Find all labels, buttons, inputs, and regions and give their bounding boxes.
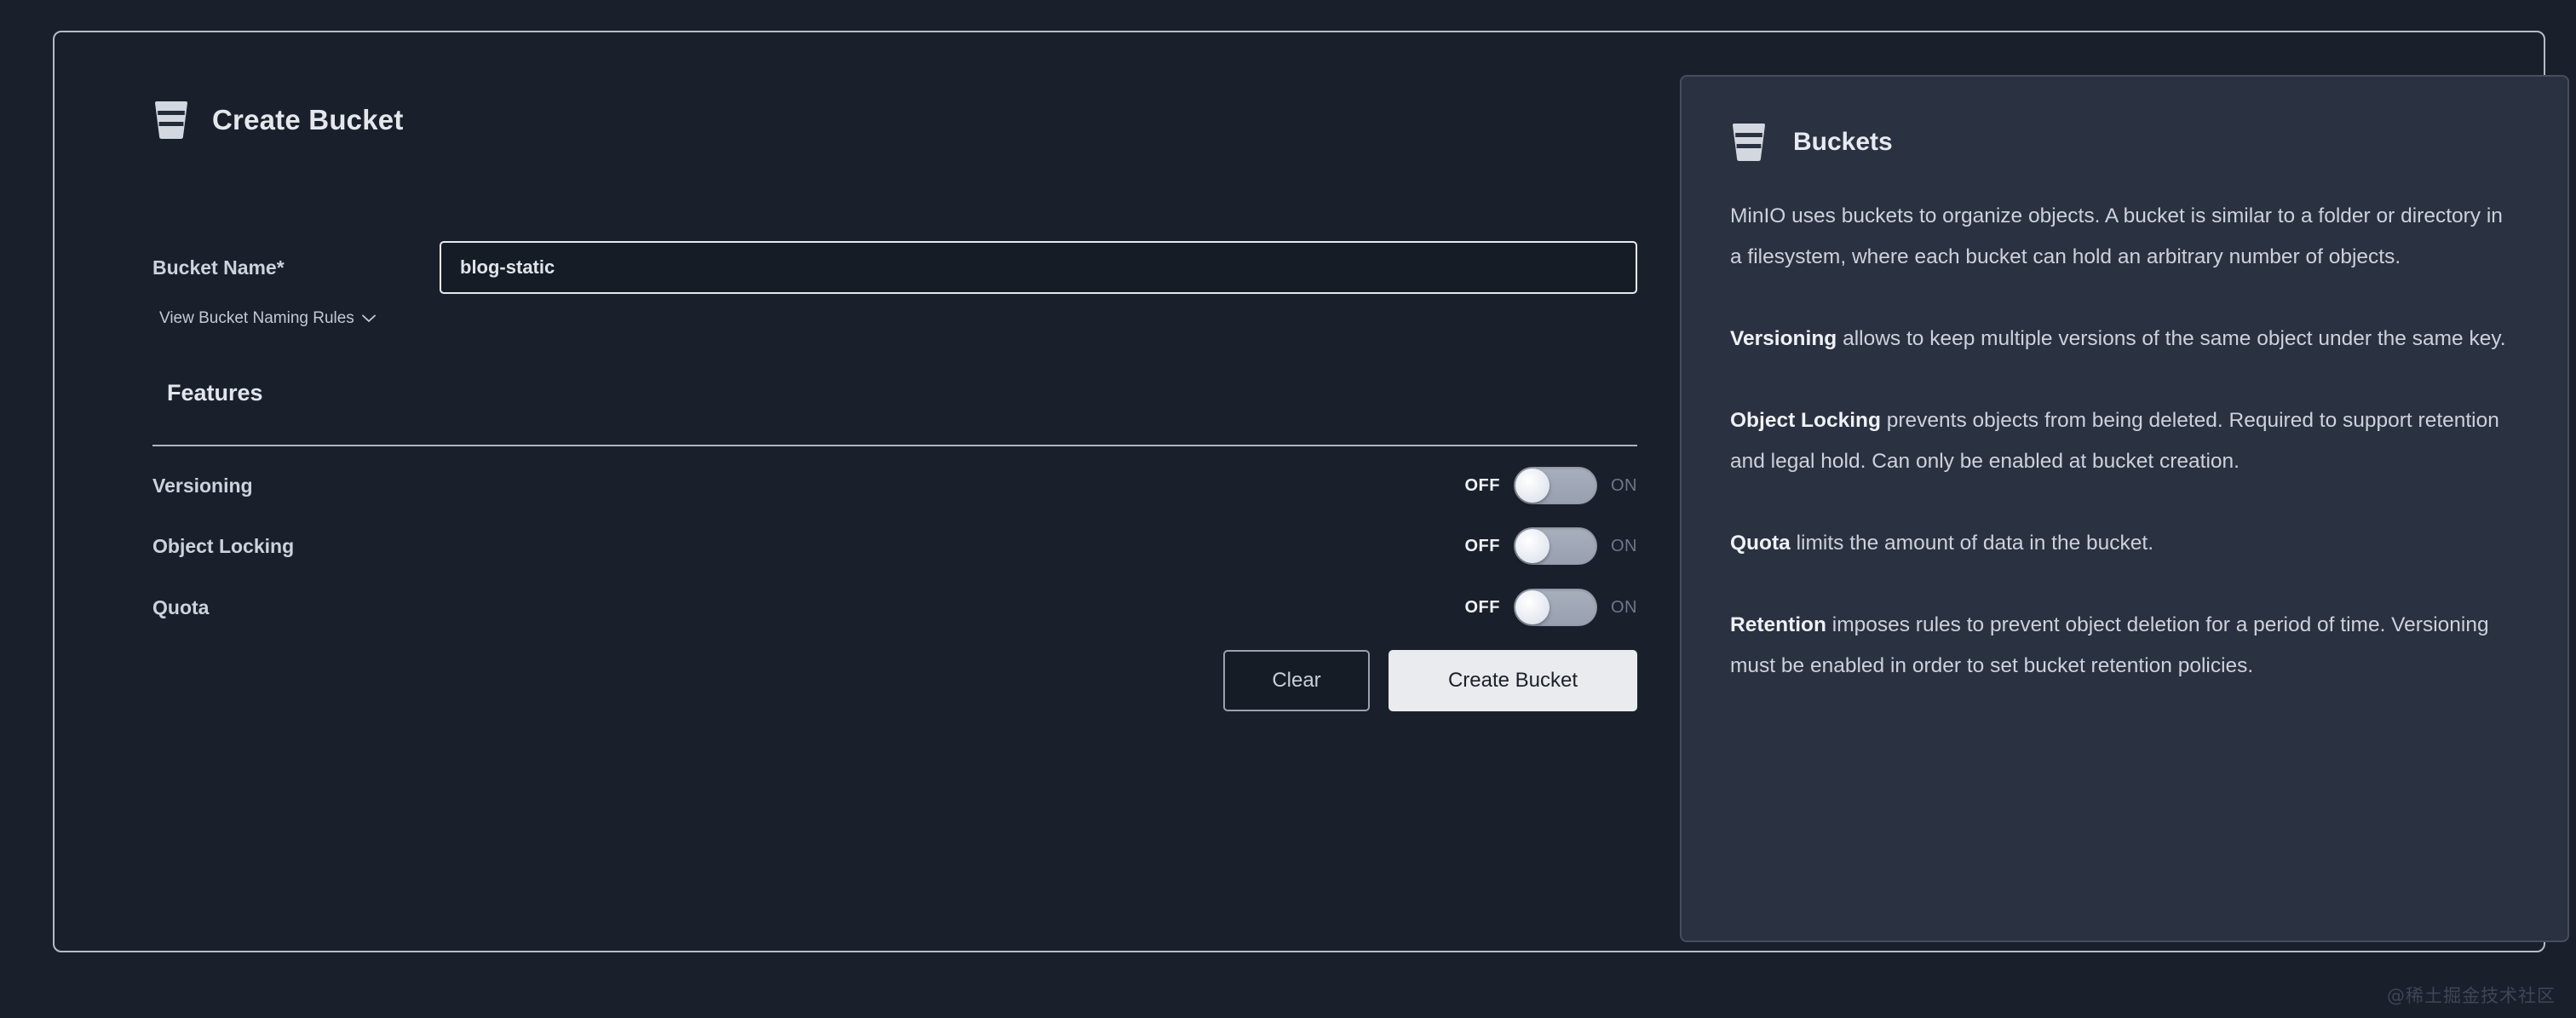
info-paragraph-text: allows to keep multiple versions of the … [1837, 327, 2506, 350]
bucket-name-label: Bucket Name* [152, 256, 285, 279]
object-locking-toggle[interactable] [1514, 527, 1597, 565]
feature-row-versioning: Versioning OFF ON [152, 465, 1637, 506]
feature-label: Versioning [152, 474, 253, 497]
info-paragraph-text: limits the amount of data in the bucket. [1790, 532, 2154, 555]
toggle-off-label: OFF [1464, 536, 1500, 555]
info-paragraph-object-locking: Object Locking prevents objects from bei… [1730, 400, 2519, 482]
object-locking-toggle-group: OFF ON [1465, 527, 1638, 565]
create-bucket-form: Create Bucket Bucket Name* View Bucket N… [55, 32, 1673, 951]
versioning-toggle-group: OFF ON [1465, 467, 1638, 504]
versioning-toggle[interactable] [1514, 467, 1597, 504]
buckets-info-panel: Buckets MinIO uses buckets to organize o… [1680, 75, 2569, 942]
info-paragraph-lead: Quota [1730, 532, 1791, 555]
feature-row-quota: Quota OFF ON [152, 587, 1637, 628]
info-panel-title: Buckets [1793, 128, 1893, 156]
toggle-on-label: ON [1611, 536, 1637, 555]
quota-toggle[interactable] [1514, 589, 1597, 626]
naming-rules-label: View Bucket Naming Rules [159, 309, 354, 327]
bucket-name-row: Bucket Name* [152, 241, 1637, 294]
toggle-on-label: ON [1611, 597, 1637, 617]
feature-label: Quota [152, 595, 210, 618]
create-bucket-card: Create Bucket Bucket Name* View Bucket N… [53, 31, 2569, 952]
info-paragraph-quota: Quota limits the amount of data in the b… [1730, 523, 2519, 564]
chevron-down-icon [361, 314, 376, 323]
bucket-icon [1733, 124, 1765, 161]
features-heading: Features [167, 380, 263, 405]
feature-row-object-locking: Object Locking OFF ON [152, 526, 1637, 567]
create-bucket-button[interactable]: Create Bucket [1389, 650, 1637, 711]
view-bucket-naming-rules-link[interactable]: View Bucket Naming Rules [159, 309, 376, 328]
info-paragraph-buckets: MinIO uses buckets to organize objects. … [1730, 196, 2519, 278]
app-screen: Create Bucket Bucket Name* View Bucket N… [0, 0, 2576, 1018]
form-header: Create Bucket [152, 101, 404, 140]
info-paragraph-versioning: Versioning allows to keep multiple versi… [1730, 319, 2519, 359]
toggle-off-label: OFF [1464, 597, 1500, 617]
toggle-off-label: OFF [1464, 475, 1500, 495]
info-paragraph-lead: Retention [1730, 613, 1826, 636]
info-paragraph-text: MinIO uses buckets to organize objects. … [1730, 204, 2503, 268]
info-paragraph-text: imposes rules to prevent object deletion… [1730, 613, 2489, 677]
features-divider [152, 445, 1637, 446]
form-actions: Clear Create Bucket [152, 650, 1637, 711]
clear-button[interactable]: Clear [1223, 650, 1370, 711]
feature-label: Object Locking [152, 534, 295, 557]
bucket-icon [155, 101, 187, 139]
toggle-knob [1515, 469, 1550, 503]
info-paragraph-lead: Versioning [1730, 327, 1837, 350]
info-paragraph-lead: Object Locking [1730, 409, 1881, 432]
toggle-on-label: ON [1611, 475, 1637, 495]
page-title: Create Bucket [212, 104, 404, 135]
info-panel-header: Buckets [1730, 123, 2519, 162]
info-paragraph-retention: Retention imposes rules to prevent objec… [1730, 605, 2519, 687]
toggle-knob [1515, 590, 1550, 624]
toggle-knob [1515, 529, 1550, 563]
watermark: @稀土掘金技术社区 [2387, 986, 2556, 1006]
quota-toggle-group: OFF ON [1465, 589, 1638, 626]
bucket-name-input[interactable] [440, 241, 1637, 294]
